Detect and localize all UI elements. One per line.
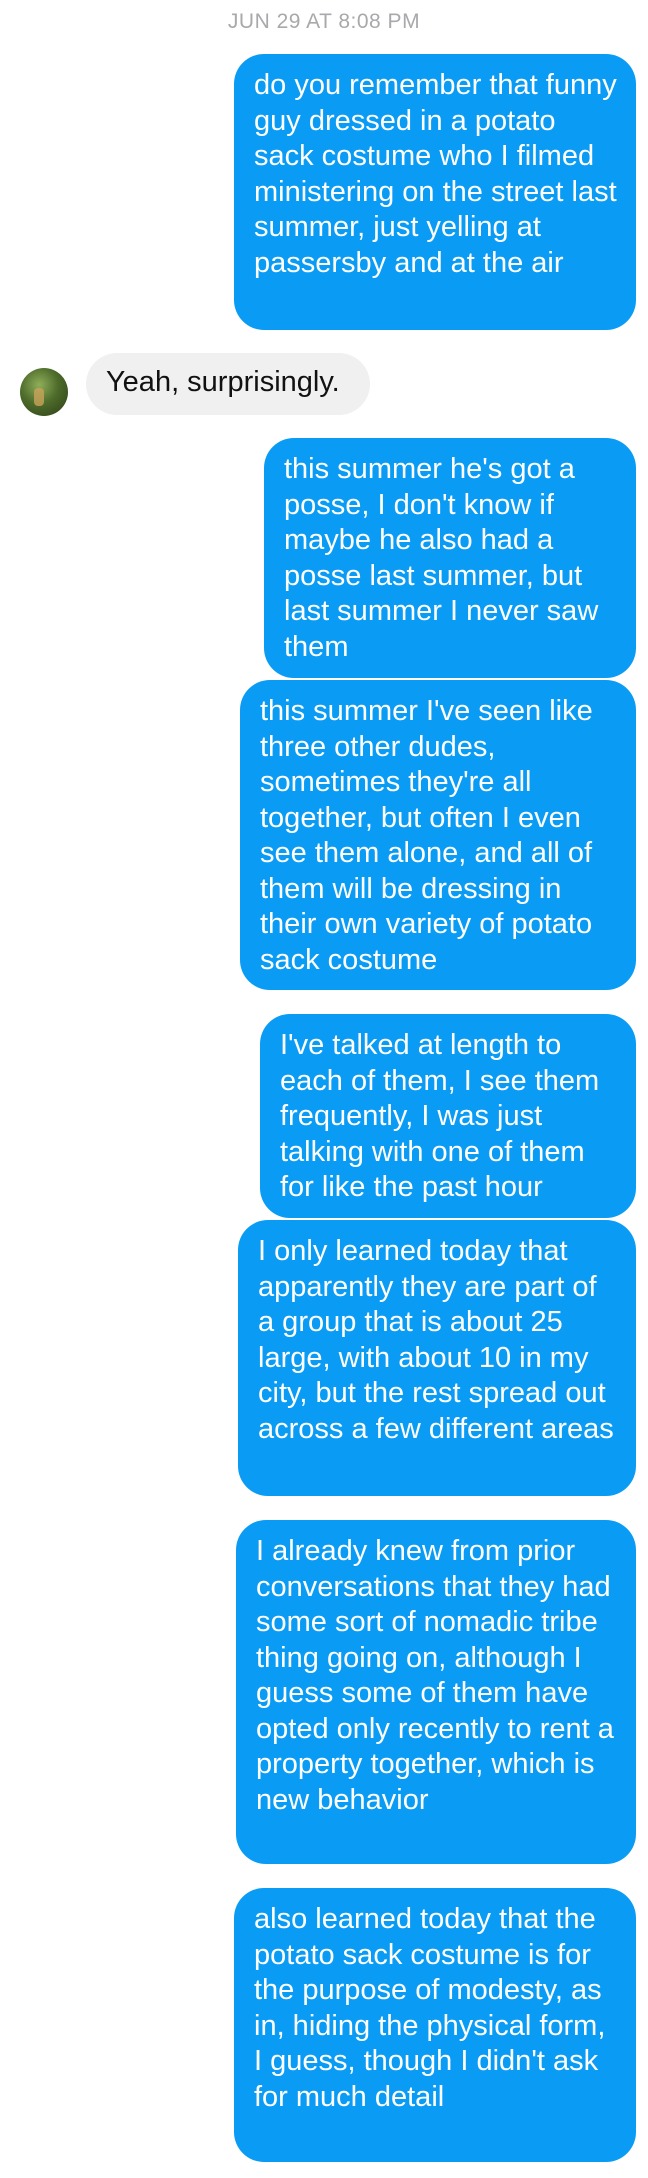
message-bubble-sent[interactable]: do you remember that funny guy dressed i… [234,54,636,330]
message-bubble-sent[interactable]: I only learned today that apparently the… [238,1220,636,1496]
message-bubble-sent[interactable]: also learned today that the potato sack … [234,1888,636,2162]
message-bubble-sent[interactable]: this summer I've seen like three other d… [240,680,636,990]
message-bubble-received[interactable]: Yeah, surprisingly. [86,353,370,415]
message-bubble-sent[interactable]: I already knew from prior conversations … [236,1520,636,1864]
contact-avatar[interactable] [20,368,68,416]
message-bubble-sent[interactable]: I've talked at length to each of them, I… [260,1014,636,1218]
message-bubble-sent[interactable]: this summer he's got a posse, I don't kn… [264,438,636,678]
conversation-timestamp: JUN 29 AT 8:08 PM [227,10,421,33]
